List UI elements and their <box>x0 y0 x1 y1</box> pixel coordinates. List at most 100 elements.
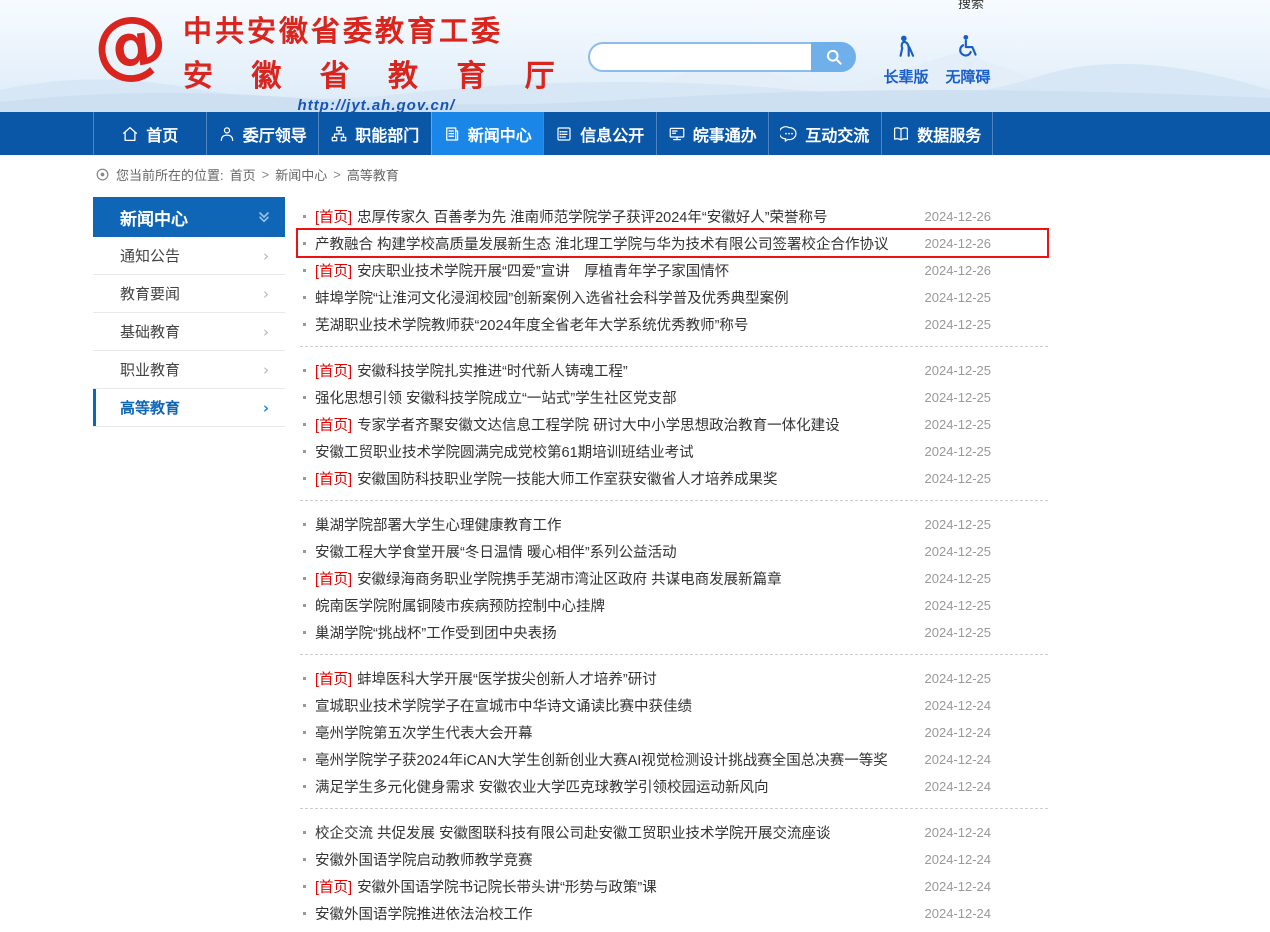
news-link[interactable]: 亳州学院学子获2024年iCAN大学生创新创业大赛AI视觉检测设计挑战赛全国总决… <box>315 749 913 770</box>
nav-item-info-disclosure[interactable]: 信息公开 <box>543 112 656 155</box>
bullet-dot <box>303 323 306 326</box>
sidebar-item-higher-education[interactable]: 高等教育 › <box>93 389 285 427</box>
news-row: 满足学生多元化健身需求 安徽农业大学匹克球教学引领校园运动新风向2024-12-… <box>300 773 1048 800</box>
news-row: 皖南医学院附属铜陵市疾病预防控制中心挂牌 2024-12-25 <box>300 592 1048 619</box>
news-icon <box>443 125 461 143</box>
news-link[interactable]: 宣城职业技术学院学子在宣城市中华诗文诵读比赛中获佳绩 <box>315 695 913 716</box>
front-page-tag: [首页] <box>315 264 352 280</box>
news-link[interactable]: [首页]安徽绿海商务职业学院携手芜湖市湾沚区政府 共谋电商发展新篇章 <box>315 568 913 589</box>
list-icon <box>555 125 573 143</box>
chevron-right-icon: › <box>263 247 269 265</box>
breadcrumb-separator: > <box>333 167 341 182</box>
news-link[interactable]: [首页]忠厚传家久 百善孝为先 淮南师范学院学子获评2024年“安徽好人”荣誉称… <box>315 206 913 227</box>
news-date: 2024-12-26 <box>925 209 992 224</box>
search-input[interactable] <box>588 42 838 72</box>
sidebar-item-label: 高等教育 <box>120 397 180 418</box>
news-date: 2024-12-24 <box>925 698 992 713</box>
news-row: 巢湖学院“挑战杯”工作受到团中央表扬2024-12-25 <box>300 619 1048 646</box>
front-page-tag: [首页] <box>315 210 352 226</box>
wheelchair-icon <box>955 33 981 59</box>
sidebar-item-notices[interactable]: 通知公告 › <box>93 237 285 275</box>
nav-item-home[interactable]: 首页 <box>93 112 206 155</box>
news-date: 2024-12-24 <box>925 852 992 867</box>
news-date: 2024-12-25 <box>925 544 992 559</box>
nav-label: 互动交流 <box>805 122 869 146</box>
news-date: 2024-12-24 <box>925 825 992 840</box>
news-link[interactable]: 满足学生多元化健身需求 安徽农业大学匹克球教学引领校园运动新风向 <box>315 776 913 797</box>
elder-icon <box>893 33 919 59</box>
news-link[interactable]: 安徽工贸职业技术学院圆满完成党校第61期培训班结业考试 <box>315 441 913 462</box>
site-header: 搜索 @ 中共安徽省委教育工委 安 徽 省 教 育 厅 http://jyt.a… <box>0 0 1270 112</box>
front-page-tag: [首页] <box>315 364 352 380</box>
news-date: 2024-12-24 <box>925 879 992 894</box>
monitor-icon <box>668 125 686 143</box>
news-link[interactable]: 安徽外国语学院推进依法治校工作 <box>315 903 913 924</box>
nav-item-news-center[interactable]: 新闻中心 <box>431 112 544 155</box>
news-link[interactable]: 蚌埠学院“让淮河文化浸润校园”创新案例入选省社会科学普及优秀典型案例 <box>315 287 913 308</box>
bullet-dot <box>303 704 306 707</box>
news-row: [首页]忠厚传家久 百善孝为先 淮南师范学院学子获评2024年“安徽好人”荣誉称… <box>300 203 1048 230</box>
nav-item-interaction[interactable]: 互动交流 <box>768 112 881 155</box>
news-group: 巢湖学院部署大学生心理健康教育工作2024-12-25安徽工程大学食堂开展“冬日… <box>300 507 1048 655</box>
news-link[interactable]: 芜湖职业技术学院教师获“2024年度全省老年大学系统优秀教师”称号 <box>315 314 913 335</box>
news-link[interactable]: 亳州学院第五次学生代表大会开幕 <box>315 722 913 743</box>
news-row: [首页]安徽绿海商务职业学院携手芜湖市湾沚区政府 共谋电商发展新篇章2024-1… <box>300 565 1048 592</box>
news-link[interactable]: [首页]安徽科技学院扎实推进“时代新人铸魂工程” <box>315 360 913 381</box>
news-date: 2024-12-25 <box>925 317 992 332</box>
sidebar-header[interactable]: 新闻中心 <box>93 197 285 237</box>
news-date: 2024-12-24 <box>925 906 992 921</box>
nav-label: 信息公开 <box>580 122 644 146</box>
sidebar-item-education-news[interactable]: 教育要闻 › <box>93 275 285 313</box>
front-page-tag: [首页] <box>315 572 352 588</box>
sidebar-item-vocational-education[interactable]: 职业教育 › <box>93 351 285 389</box>
nav-item-services[interactable]: 皖事通办 <box>656 112 769 155</box>
accessibility-button[interactable]: 无障碍 <box>936 33 1000 87</box>
bullet-dot <box>303 477 306 480</box>
bullet-dot <box>303 550 306 553</box>
news-date: 2024-12-25 <box>925 598 992 613</box>
chevron-double-down-icon <box>256 209 272 225</box>
news-date: 2024-12-26 <box>925 236 992 251</box>
news-link[interactable]: [首页]蚌埠医科大学开展“医学拔尖创新人才培养”研讨 <box>315 668 913 689</box>
bullet-dot <box>303 858 306 861</box>
bullet-dot <box>303 269 306 272</box>
news-row: [首页] <box>300 927 1048 932</box>
news-row: 巢湖学院部署大学生心理健康教育工作2024-12-25 <box>300 511 1048 538</box>
news-link[interactable]: 产教融合 构建学校高质量发展新生态 淮北理工学院与华为技术有限公司签署校企合作协… <box>315 233 913 254</box>
nav-item-data-services[interactable]: 数据服务 <box>881 112 994 155</box>
book-icon <box>892 125 910 143</box>
news-link[interactable]: [首页]安徽国防科技职业学院一技能大师工作室获安徽省人才培养成果奖 <box>315 468 913 489</box>
news-group: [首页]蚌埠医科大学开展“医学拔尖创新人才培养”研讨2024-12-25宣城职业… <box>300 661 1048 809</box>
breadcrumb: 您当前所在的位置: 首页 > 新闻中心 > 高等教育 <box>95 155 1270 193</box>
sidebar-item-label: 教育要闻 <box>120 283 180 304</box>
news-row: [首页]安徽外国语学院书记院长带头讲“形势与政策”课 2024-12-24 <box>300 873 1048 900</box>
breadcrumb-link-home[interactable]: 首页 <box>230 165 256 184</box>
news-link[interactable]: 强化思想引领 安徽科技学院成立“一站式”学生社区党支部 <box>315 387 913 408</box>
news-date: 2024-12-25 <box>925 471 992 486</box>
breadcrumb-link-higher-education[interactable]: 高等教育 <box>347 165 399 184</box>
elder-version-button[interactable]: 长辈版 <box>874 33 938 87</box>
news-link[interactable]: 校企交流 共促发展 安徽图联科技有限公司赴安徽工贸职业技术学院开展交流座谈 <box>315 822 913 843</box>
news-row: 安徽工程大学食堂开展“冬日温情 暖心相伴”系列公益活动 2024-12-25 <box>300 538 1048 565</box>
nav-item-departments[interactable]: 职能部门 <box>318 112 431 155</box>
sidebar-item-label: 职业教育 <box>120 359 180 380</box>
sidebar: 新闻中心 通知公告 › 教育要闻 › 基础教育 › 职业教育 › 高等教育 › <box>93 197 285 932</box>
news-link[interactable]: 安徽工程大学食堂开展“冬日温情 暖心相伴”系列公益活动 <box>315 541 913 562</box>
news-link[interactable]: 巢湖学院“挑战杯”工作受到团中央表扬 <box>315 622 913 643</box>
site-logo[interactable]: @ 中共安徽省委教育工委 安 徽 省 教 育 厅 http://jyt.ah.g… <box>95 8 570 112</box>
news-group: [首页]安徽科技学院扎实推进“时代新人铸魂工程” 2024-12-25 强化思想引领… <box>300 353 1048 501</box>
news-link[interactable]: 巢湖学院部署大学生心理健康教育工作 <box>315 514 913 535</box>
sidebar-item-basic-education[interactable]: 基础教育 › <box>93 313 285 351</box>
breadcrumb-link-news-center[interactable]: 新闻中心 <box>275 165 327 184</box>
news-link[interactable]: 安徽外国语学院启动教师教学竞赛 <box>315 849 913 870</box>
nav-label: 首页 <box>146 122 178 146</box>
nav-label: 新闻中心 <box>468 122 532 146</box>
news-link[interactable]: 皖南医学院附属铜陵市疾病预防控制中心挂牌 <box>315 595 913 616</box>
news-link[interactable]: [首页]安徽外国语学院书记院长带头讲“形势与政策”课 <box>315 876 913 897</box>
news-link[interactable]: [首页]专家学者齐聚安徽文达信息工程学院 研讨大中小学思想政治教育一体化建设 <box>315 414 913 435</box>
news-row: 蚌埠学院“让淮河文化浸润校园”创新案例入选省社会科学普及优秀典型案例2024-1… <box>300 284 1048 311</box>
search-button[interactable] <box>811 42 856 72</box>
nav-item-leaders[interactable]: 委厅领导 <box>206 112 319 155</box>
nav-label: 职能部门 <box>355 122 419 146</box>
news-link[interactable]: [首页]安庆职业技术学院开展“四爱”宣讲 厚植青年学子家国情怀 <box>315 260 913 281</box>
